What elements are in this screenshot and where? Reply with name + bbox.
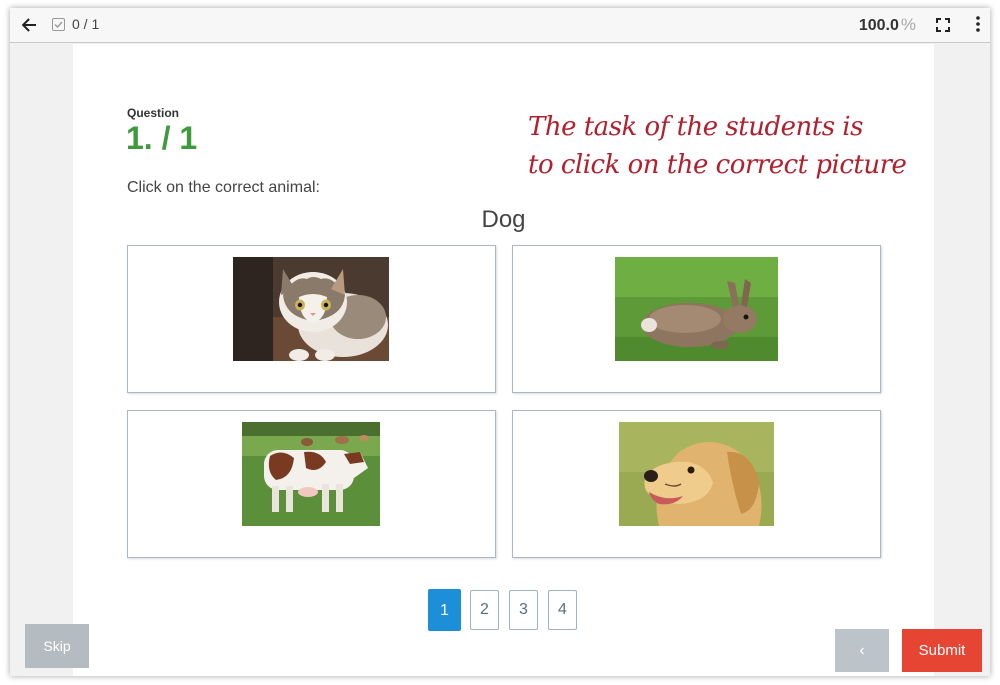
submit-button[interactable]: Submit	[902, 629, 982, 672]
annotation-line-1: The task of the students is	[528, 112, 863, 142]
annotation-line-2: to click on the correct picture	[528, 150, 907, 180]
checkbox-icon	[52, 18, 65, 31]
question-target-word: Dog	[481, 206, 526, 233]
previous-button[interactable]: ‹	[835, 629, 889, 672]
question-number: 1. / 1	[126, 120, 198, 156]
more-vert-icon[interactable]	[976, 16, 980, 32]
zoom-level[interactable]: 100.0%	[859, 15, 916, 35]
skip-button[interactable]: Skip	[25, 624, 89, 668]
fullscreen-icon[interactable]	[936, 18, 950, 32]
answer-option-dog[interactable]	[512, 410, 881, 558]
zoom-value: 100.0	[858, 17, 899, 34]
back-arrow-icon[interactable]	[20, 16, 38, 34]
progress-counter: 0 / 1	[72, 16, 100, 32]
rabbit-image	[615, 257, 778, 361]
question-label: Question	[127, 106, 180, 120]
page-button-1[interactable]: 1	[428, 589, 461, 631]
answer-option-cat[interactable]	[127, 245, 496, 393]
cat-image	[233, 257, 389, 361]
dog-image	[619, 422, 774, 526]
page-button-4[interactable]: 4	[548, 590, 577, 630]
answer-option-rabbit[interactable]	[512, 245, 881, 393]
question-card: Question 1. / 1 Click on the correct ani…	[73, 44, 934, 676]
top-toolbar: 0 / 1 100.0%	[10, 8, 990, 43]
question-instruction: Click on the correct animal:	[127, 179, 320, 196]
answer-option-cow[interactable]	[127, 410, 496, 558]
page-button-2[interactable]: 2	[470, 590, 499, 630]
app-frame: 0 / 1 100.0% Question 1. / 1 Click on th…	[10, 8, 990, 676]
page-button-3[interactable]: 3	[509, 590, 538, 630]
cow-image	[242, 422, 380, 526]
annotation-note: The task of the students is to click on …	[528, 108, 908, 184]
zoom-unit: %	[900, 15, 916, 34]
